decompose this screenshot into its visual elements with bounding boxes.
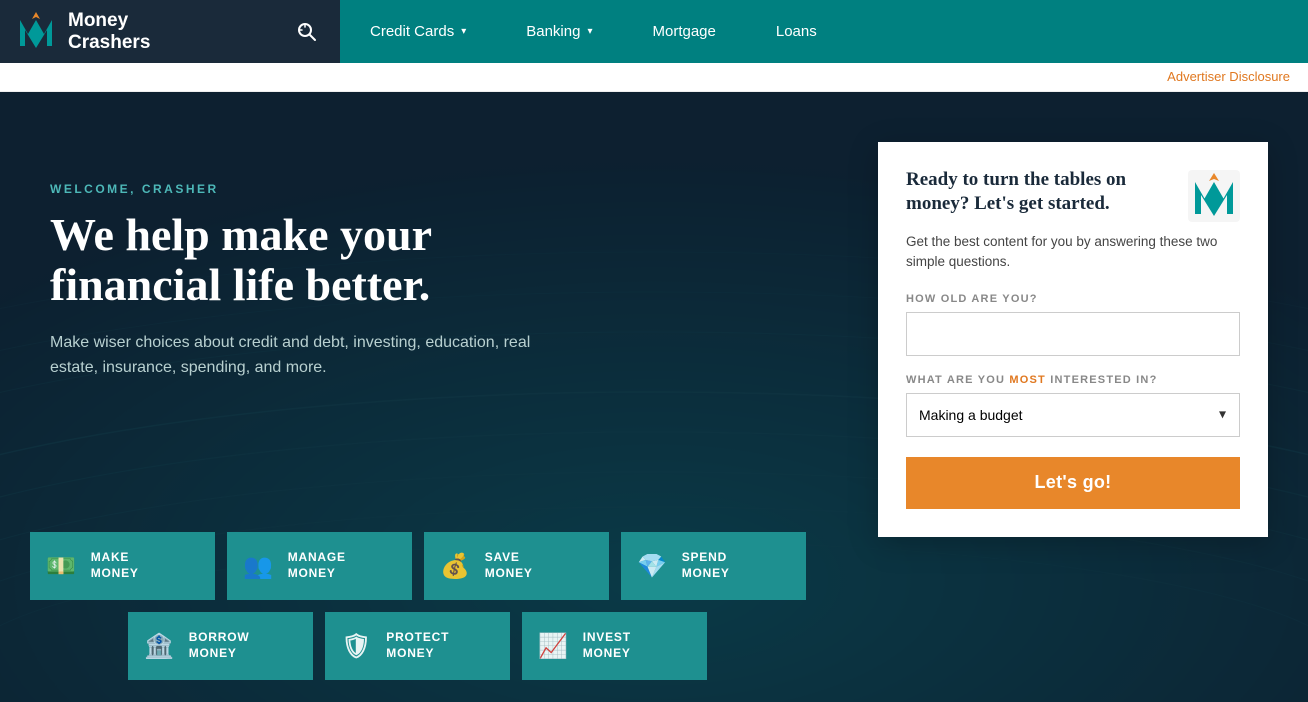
interest-highlight: MOST bbox=[1009, 374, 1046, 386]
make-money-label: MAKEMONEY bbox=[91, 550, 139, 581]
card-header: Ready to turn the tables on money? Let's… bbox=[906, 168, 1240, 222]
nav-loans[interactable]: Loans bbox=[746, 0, 847, 63]
make-money-icon: 💵 bbox=[46, 552, 77, 581]
chevron-down-icon: ▾ bbox=[461, 26, 466, 37]
site-header: Money Crashers Credit Cards ▾ Banking ▾ … bbox=[0, 0, 1308, 63]
logo-crashers: Crashers bbox=[68, 32, 150, 54]
age-input[interactable] bbox=[906, 312, 1240, 356]
nav-credit-cards-label: Credit Cards bbox=[370, 23, 454, 40]
manage-money-label: MANAGEMONEY bbox=[288, 550, 346, 581]
hero-title: We help make your financial life better. bbox=[50, 210, 590, 309]
nav-credit-cards[interactable]: Credit Cards ▾ bbox=[340, 0, 496, 63]
hero-content: WELCOME, CRASHER We help make your finan… bbox=[0, 92, 640, 381]
borrow-money-label: BORROWMONEY bbox=[189, 630, 250, 661]
hero-section: WELCOME, CRASHER We help make your finan… bbox=[0, 92, 1308, 702]
interest-label: WHAT ARE YOU bbox=[906, 374, 1005, 386]
spend-money-icon: 💎 bbox=[637, 552, 668, 581]
cta-card: Ready to turn the tables on money? Let's… bbox=[878, 142, 1268, 537]
welcome-tag: WELCOME, CRASHER bbox=[50, 182, 590, 196]
tiles-row-1: 💵 MAKEMONEY 👥 MANAGEMONEY 💰 SAVEMONEY 💎 … bbox=[30, 532, 806, 600]
advertiser-bar: Advertiser Disclosure bbox=[0, 63, 1308, 92]
tiles-container: 💵 MAKEMONEY 👥 MANAGEMONEY 💰 SAVEMONEY 💎 … bbox=[30, 532, 806, 680]
search-icon bbox=[296, 21, 318, 43]
logo-icon bbox=[14, 10, 58, 54]
interest-label2: INTERESTED IN? bbox=[1050, 374, 1157, 386]
tile-protect-money[interactable]: 🛡 PROTECTMONEY bbox=[325, 612, 510, 680]
save-money-label: SAVEMONEY bbox=[485, 550, 533, 581]
age-label: HOW OLD ARE YOU? bbox=[906, 293, 1240, 305]
hero-subtitle: Make wiser choices about credit and debt… bbox=[50, 331, 540, 381]
logo-money: Money bbox=[68, 10, 150, 32]
invest-money-icon: 📈 bbox=[538, 632, 569, 661]
protect-money-icon: 🛡 bbox=[341, 632, 372, 661]
interest-label-row: WHAT ARE YOU MOST INTERESTED IN? bbox=[906, 374, 1240, 386]
nav-loans-label: Loans bbox=[776, 23, 817, 40]
borrow-money-icon: 🏦 bbox=[144, 632, 175, 661]
search-button[interactable] bbox=[288, 21, 326, 43]
tiles-row-2: 🏦 BORROWMONEY 🛡 PROTECTMONEY 📈 INVESTMON… bbox=[30, 612, 806, 680]
tile-invest-money[interactable]: 📈 INVESTMONEY bbox=[522, 612, 707, 680]
interest-select[interactable]: Making a budget Saving money Investing P… bbox=[906, 393, 1240, 437]
spend-money-label: SPENDMONEY bbox=[682, 550, 730, 581]
main-nav: Credit Cards ▾ Banking ▾ Mortgage Loans bbox=[340, 0, 1308, 63]
save-money-icon: 💰 bbox=[440, 552, 471, 581]
logo-text[interactable]: Money Crashers bbox=[68, 10, 150, 54]
tile-manage-money[interactable]: 👥 MANAGEMONEY bbox=[227, 532, 412, 600]
advertiser-disclosure-link[interactable]: Advertiser Disclosure bbox=[1167, 69, 1290, 84]
chevron-down-icon: ▾ bbox=[587, 26, 592, 37]
nav-banking[interactable]: Banking ▾ bbox=[496, 0, 622, 63]
nav-banking-label: Banking bbox=[526, 23, 580, 40]
card-title: Ready to turn the tables on money? Let's… bbox=[906, 168, 1174, 216]
tile-save-money[interactable]: 💰 SAVEMONEY bbox=[424, 532, 609, 600]
card-logo bbox=[1188, 170, 1240, 222]
tile-make-money[interactable]: 💵 MAKEMONEY bbox=[30, 532, 215, 600]
card-description: Get the best content for you by answerin… bbox=[906, 232, 1240, 273]
tile-spend-money[interactable]: 💎 SPENDMONEY bbox=[621, 532, 806, 600]
nav-mortgage[interactable]: Mortgage bbox=[622, 0, 745, 63]
invest-money-label: INVESTMONEY bbox=[583, 630, 631, 661]
protect-money-label: PROTECTMONEY bbox=[386, 630, 449, 661]
manage-money-icon: 👥 bbox=[243, 552, 274, 581]
tile-borrow-money[interactable]: 🏦 BORROWMONEY bbox=[128, 612, 313, 680]
lets-go-button[interactable]: Let's go! bbox=[906, 457, 1240, 509]
logo-area: Money Crashers bbox=[0, 0, 340, 63]
nav-mortgage-label: Mortgage bbox=[652, 23, 715, 40]
